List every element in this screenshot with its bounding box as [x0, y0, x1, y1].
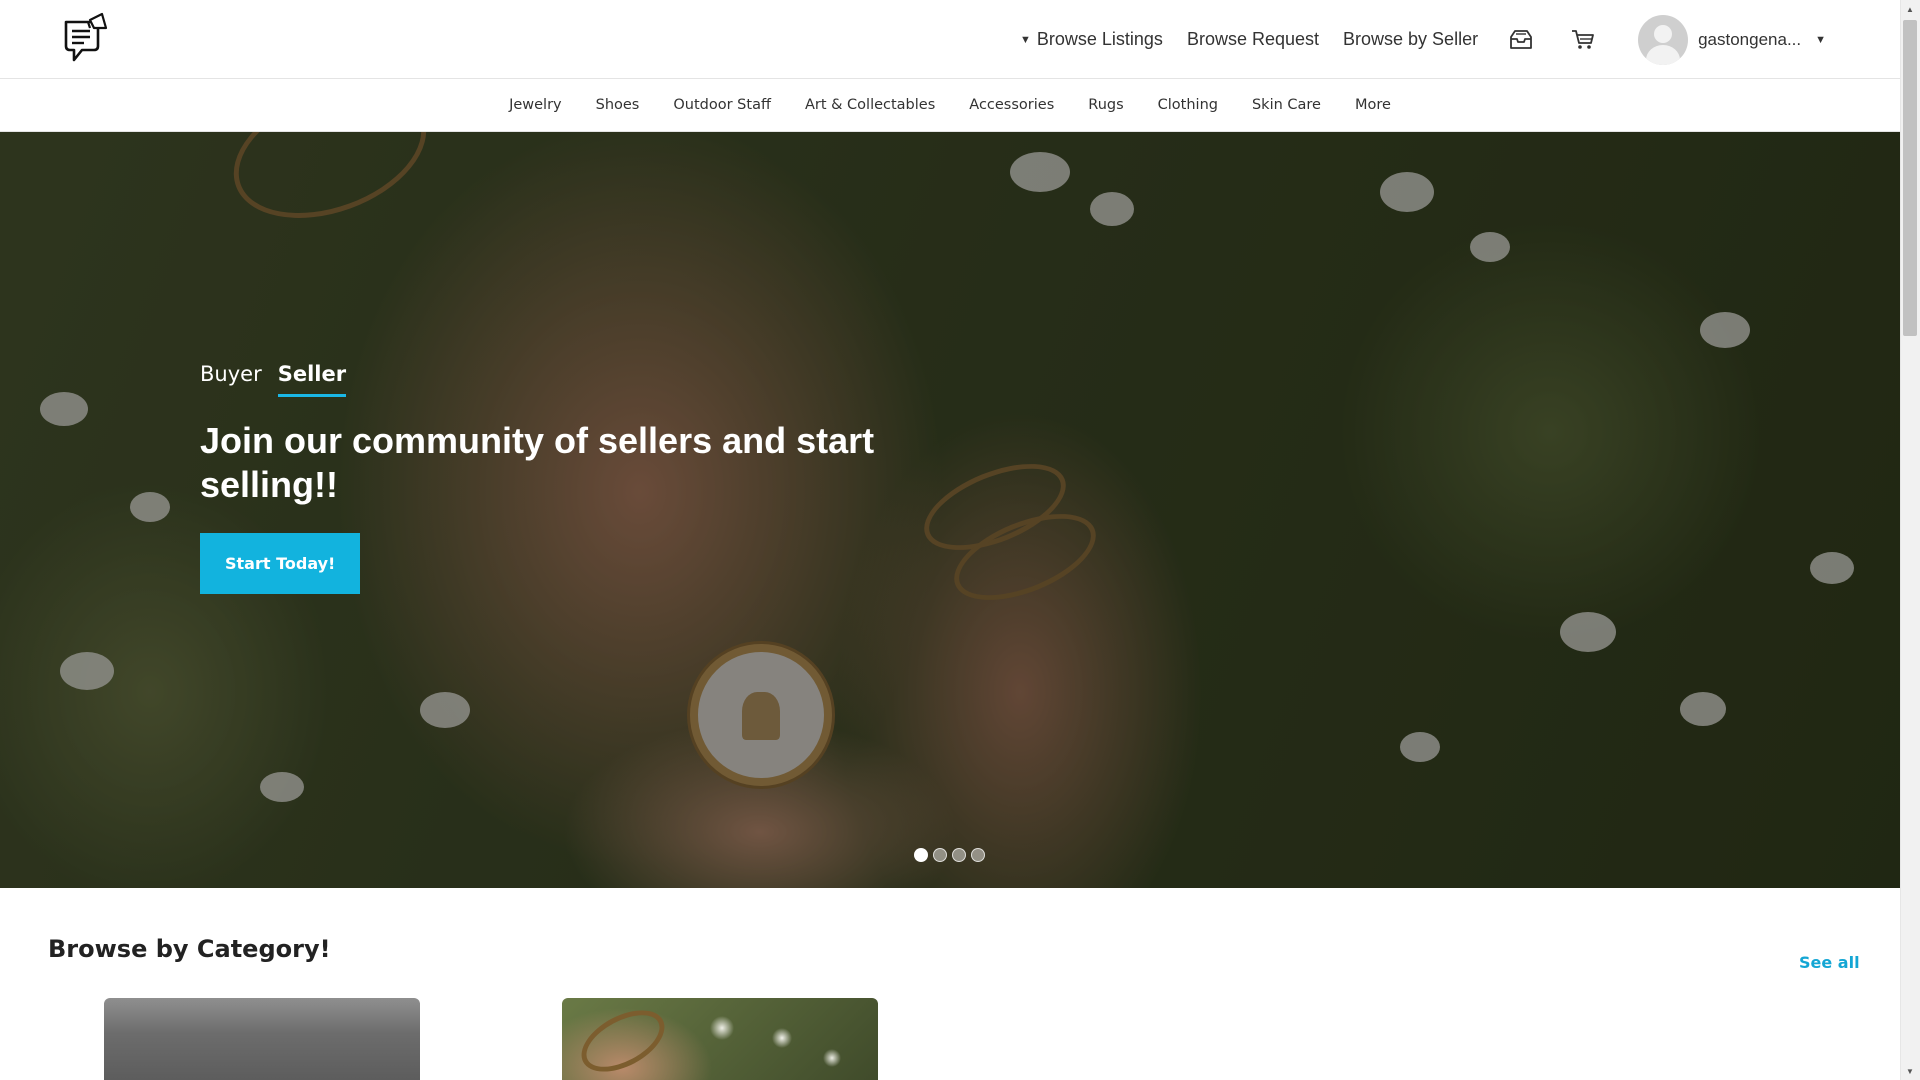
- category-clothing[interactable]: Clothing: [1158, 97, 1218, 113]
- scrollbar-thumb[interactable]: [1903, 20, 1917, 336]
- browse-by-category-title: Browse by Category!: [48, 935, 331, 963]
- category-skin-care[interactable]: Skin Care: [1252, 97, 1321, 113]
- category-more[interactable]: More: [1355, 97, 1391, 113]
- tab-seller[interactable]: Seller: [277, 362, 347, 397]
- carousel-indicators: [914, 848, 985, 862]
- category-outdoor-staff[interactable]: Outdoor Staff: [673, 97, 771, 113]
- category-card-2[interactable]: [562, 998, 878, 1080]
- site-logo-icon[interactable]: [60, 12, 112, 66]
- category-card-1[interactable]: [104, 998, 420, 1080]
- carousel-dot-3[interactable]: [952, 848, 966, 862]
- page-scrollbar[interactable]: ▲ ▼: [1900, 0, 1920, 1080]
- hero-carousel: Buyer Seller Join our community of selle…: [0, 132, 1900, 888]
- category-accessories[interactable]: Accessories: [969, 97, 1054, 113]
- username-label[interactable]: gastongena...: [1698, 30, 1801, 50]
- top-header: ▼ Browse Listings Browse Request Browse …: [0, 0, 1900, 79]
- carousel-dot-1[interactable]: [914, 848, 928, 862]
- user-avatar[interactable]: [1638, 14, 1689, 65]
- scroll-up-arrow-icon[interactable]: ▲: [1900, 0, 1920, 18]
- carousel-dot-4[interactable]: [971, 848, 985, 862]
- user-menu-caret-icon[interactable]: ▼: [1815, 34, 1826, 46]
- top-navigation: ▼ Browse Listings Browse Request Browse …: [1020, 0, 1900, 79]
- browse-by-seller-link[interactable]: Browse by Seller: [1343, 29, 1478, 50]
- category-rugs[interactable]: Rugs: [1088, 97, 1123, 113]
- browse-request-link[interactable]: Browse Request: [1187, 29, 1319, 50]
- scroll-down-arrow-icon[interactable]: ▼: [1900, 1062, 1920, 1080]
- see-all-link[interactable]: See all: [1799, 953, 1860, 972]
- category-art-collectables[interactable]: Art & Collectables: [805, 97, 935, 113]
- tab-buyer[interactable]: Buyer: [200, 362, 262, 397]
- role-tabs: Buyer Seller: [200, 362, 920, 397]
- browse-listings-label: Browse Listings: [1036, 29, 1163, 49]
- browse-listings-dropdown[interactable]: ▼ Browse Listings: [1020, 29, 1163, 50]
- inbox-icon[interactable]: [1504, 23, 1538, 57]
- cart-icon[interactable]: [1566, 23, 1600, 57]
- start-today-button[interactable]: Start Today!: [200, 533, 361, 594]
- caret-down-icon: ▼: [1019, 33, 1031, 46]
- hero-content: Buyer Seller Join our community of selle…: [200, 362, 920, 594]
- hero-headline: Join our community of sellers and start …: [200, 420, 875, 505]
- carousel-dot-2[interactable]: [933, 848, 947, 862]
- category-shoes[interactable]: Shoes: [596, 97, 640, 113]
- category-jewelry[interactable]: Jewelry: [509, 97, 562, 113]
- category-bar: Jewelry Shoes Outdoor Staff Art & Collec…: [0, 79, 1900, 132]
